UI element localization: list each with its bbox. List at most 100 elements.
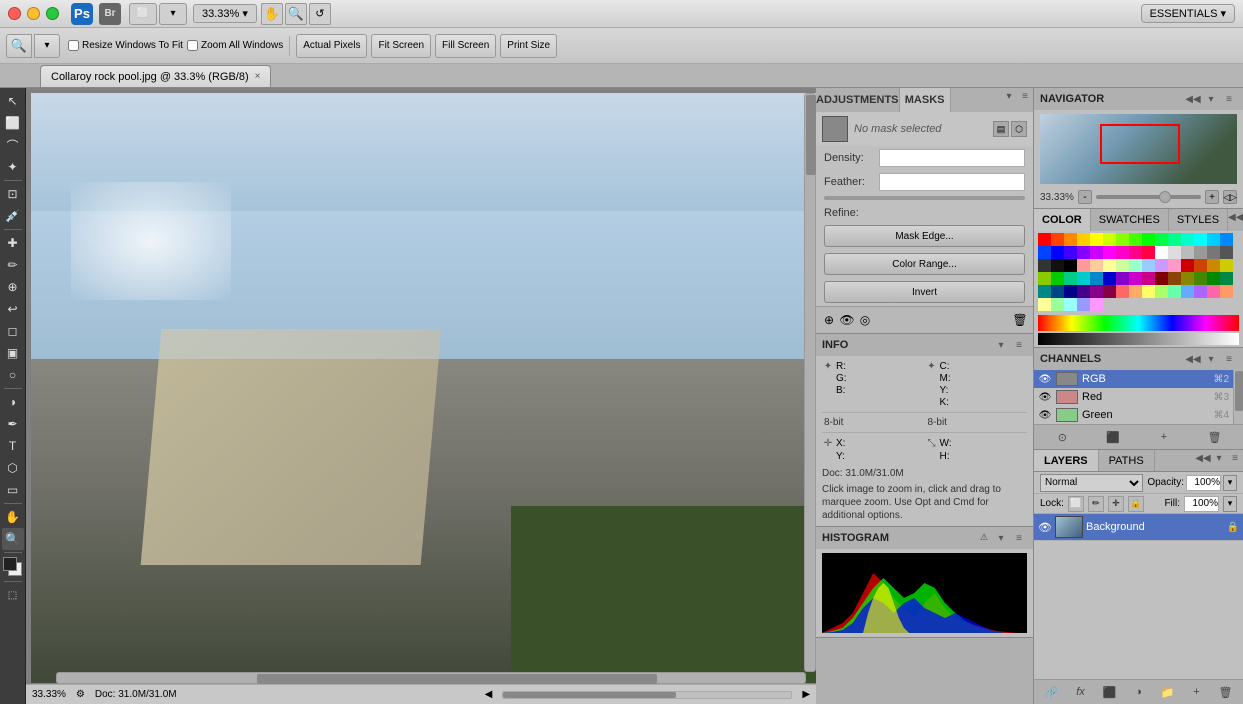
new-group-btn[interactable]: 📁: [1159, 683, 1177, 701]
blend-mode-select[interactable]: Normal: [1040, 474, 1143, 492]
color-swatch-item[interactable]: [1142, 259, 1155, 272]
color-swatch-item[interactable]: [1155, 272, 1168, 285]
zoom-out-nav[interactable]: -: [1078, 190, 1092, 204]
color-swatch-item[interactable]: [1194, 246, 1207, 259]
color-swatch-item[interactable]: [1090, 285, 1103, 298]
collapse-histogram[interactable]: ▾: [993, 530, 1009, 546]
invert-btn[interactable]: Invert: [824, 281, 1025, 303]
color-swatch-item[interactable]: [1142, 285, 1155, 298]
actual-pixels-btn[interactable]: Actual Pixels: [296, 34, 367, 58]
color-swatch[interactable]: [3, 557, 23, 577]
color-swatch-item[interactable]: [1129, 233, 1142, 246]
color-swatch-item[interactable]: [1116, 285, 1129, 298]
dodge-tool[interactable]: ◑: [2, 391, 24, 413]
canvas-area[interactable]: 33.33% ⚙ Doc: 31.0M/31.0M ◀ ▶: [26, 88, 816, 704]
collapse-channels[interactable]: ▾: [1203, 351, 1219, 367]
color-swatch-item[interactable]: [1142, 272, 1155, 285]
color-swatch-item[interactable]: [1194, 285, 1207, 298]
nav-thumbnail[interactable]: [1040, 114, 1237, 184]
history-tool[interactable]: ↩: [2, 298, 24, 320]
color-swatch-item[interactable]: [1207, 233, 1220, 246]
blur-tool[interactable]: ○: [2, 364, 24, 386]
delete-channel-icon[interactable]: 🗑: [1206, 428, 1224, 446]
v-scrollbar[interactable]: [804, 93, 816, 672]
close-button[interactable]: [8, 7, 21, 20]
collapse-adjustments[interactable]: ▾: [1001, 88, 1017, 104]
fit-screen-btn[interactable]: Fit Screen: [371, 34, 431, 58]
channel-eye-icon[interactable]: 👁: [1038, 372, 1052, 386]
brush-tool[interactable]: ✏: [2, 254, 24, 276]
zoom-display[interactable]: 33.33% ▾: [193, 4, 257, 23]
color-swatch-item[interactable]: [1090, 233, 1103, 246]
color-swatch-item[interactable]: [1142, 246, 1155, 259]
color-swatch-item[interactable]: [1038, 285, 1051, 298]
color-swatch-item[interactable]: [1207, 246, 1220, 259]
color-swatch-item[interactable]: [1181, 272, 1194, 285]
adjustment-btn[interactable]: ◑: [1130, 683, 1148, 701]
bridge-icon[interactable]: Br: [99, 3, 121, 25]
color-swatch-item[interactable]: [1051, 298, 1064, 311]
fill-input[interactable]: [1184, 496, 1219, 512]
color-swatch-item[interactable]: [1103, 233, 1116, 246]
color-swatch-item[interactable]: [1194, 259, 1207, 272]
color-swatch-item[interactable]: [1168, 246, 1181, 259]
color-swatch-item[interactable]: [1168, 285, 1181, 298]
type-tool[interactable]: T: [2, 435, 24, 457]
zoom-all-check[interactable]: Zoom All Windows: [187, 40, 283, 51]
color-swatch-item[interactable]: [1220, 272, 1233, 285]
color-swatch-item[interactable]: [1051, 233, 1064, 246]
color-swatch-item[interactable]: [1220, 259, 1233, 272]
color-swatch-item[interactable]: [1181, 246, 1194, 259]
color-swatch-item[interactable]: [1129, 285, 1142, 298]
eraser-tool[interactable]: ◻: [2, 320, 24, 342]
color-swatch-item[interactable]: [1168, 259, 1181, 272]
hand-tool-title[interactable]: ✋: [261, 3, 283, 25]
color-swatch-item[interactable]: [1116, 246, 1129, 259]
color-swatch-item[interactable]: [1051, 259, 1064, 272]
zoom-in-tool[interactable]: 🔍: [6, 34, 32, 58]
collapse-info[interactable]: ▾: [993, 337, 1009, 353]
tab-layers[interactable]: LAYERS: [1034, 450, 1099, 471]
color-swatch-item[interactable]: [1220, 285, 1233, 298]
maximize-button[interactable]: [46, 7, 59, 20]
resize-checkbox[interactable]: [68, 40, 79, 51]
lock-all-btn[interactable]: 🔒: [1128, 496, 1144, 512]
screen-mode-btn[interactable]: ⬚: [2, 584, 24, 606]
color-swatch-item[interactable]: [1051, 272, 1064, 285]
color-swatch-item[interactable]: [1155, 246, 1168, 259]
color-swatch-item[interactable]: [1194, 233, 1207, 246]
nav-zoom-slider[interactable]: [1096, 195, 1201, 199]
fill-screen-btn[interactable]: Fill Screen: [435, 34, 496, 58]
zoom-in-nav[interactable]: +: [1205, 190, 1219, 204]
nav-slider-thumb[interactable]: [1159, 191, 1171, 203]
clone-tool[interactable]: ⊕: [2, 276, 24, 298]
link-layers-btn[interactable]: 🔗: [1043, 683, 1061, 701]
resize-windows-check[interactable]: Resize Windows To Fit: [68, 40, 183, 51]
image-tab[interactable]: Collaroy rock pool.jpg @ 33.3% (RGB/8) ×: [40, 65, 271, 87]
delete-mask-icon[interactable]: 🗑: [1011, 311, 1029, 329]
bottom-scrollbar[interactable]: [502, 691, 792, 699]
color-swatch-item[interactable]: [1155, 285, 1168, 298]
color-swatch-item[interactable]: [1064, 298, 1077, 311]
color-swatch-item[interactable]: [1168, 272, 1181, 285]
new-layer-btn[interactable]: +: [1188, 683, 1206, 701]
tab-masks[interactable]: MASKS: [900, 88, 951, 112]
density-input[interactable]: [879, 149, 1025, 167]
channels-scrollbar[interactable]: [1233, 370, 1243, 424]
lock-position-btn[interactable]: ✛: [1108, 496, 1124, 512]
color-swatch-item[interactable]: [1220, 233, 1233, 246]
tab-close-btn[interactable]: ×: [255, 71, 261, 82]
lock-paint-btn[interactable]: ✏: [1088, 496, 1104, 512]
color-range-btn[interactable]: Color Range...: [824, 253, 1025, 275]
info-menu[interactable]: ≡: [1011, 337, 1027, 353]
expand-color[interactable]: ◀◀: [1228, 209, 1243, 225]
move-tool[interactable]: ↖: [2, 90, 24, 112]
color-swatch-item[interactable]: [1038, 246, 1051, 259]
channels-menu[interactable]: ≡: [1221, 351, 1237, 367]
feather-input[interactable]: [879, 173, 1025, 191]
color-swatch-item[interactable]: [1064, 246, 1077, 259]
tab-color[interactable]: COLOR: [1034, 209, 1091, 231]
color-swatch-item[interactable]: [1090, 272, 1103, 285]
channel-row-rgb[interactable]: 👁 RGB ⌘2: [1034, 370, 1233, 388]
zoom-all-checkbox[interactable]: [187, 40, 198, 51]
